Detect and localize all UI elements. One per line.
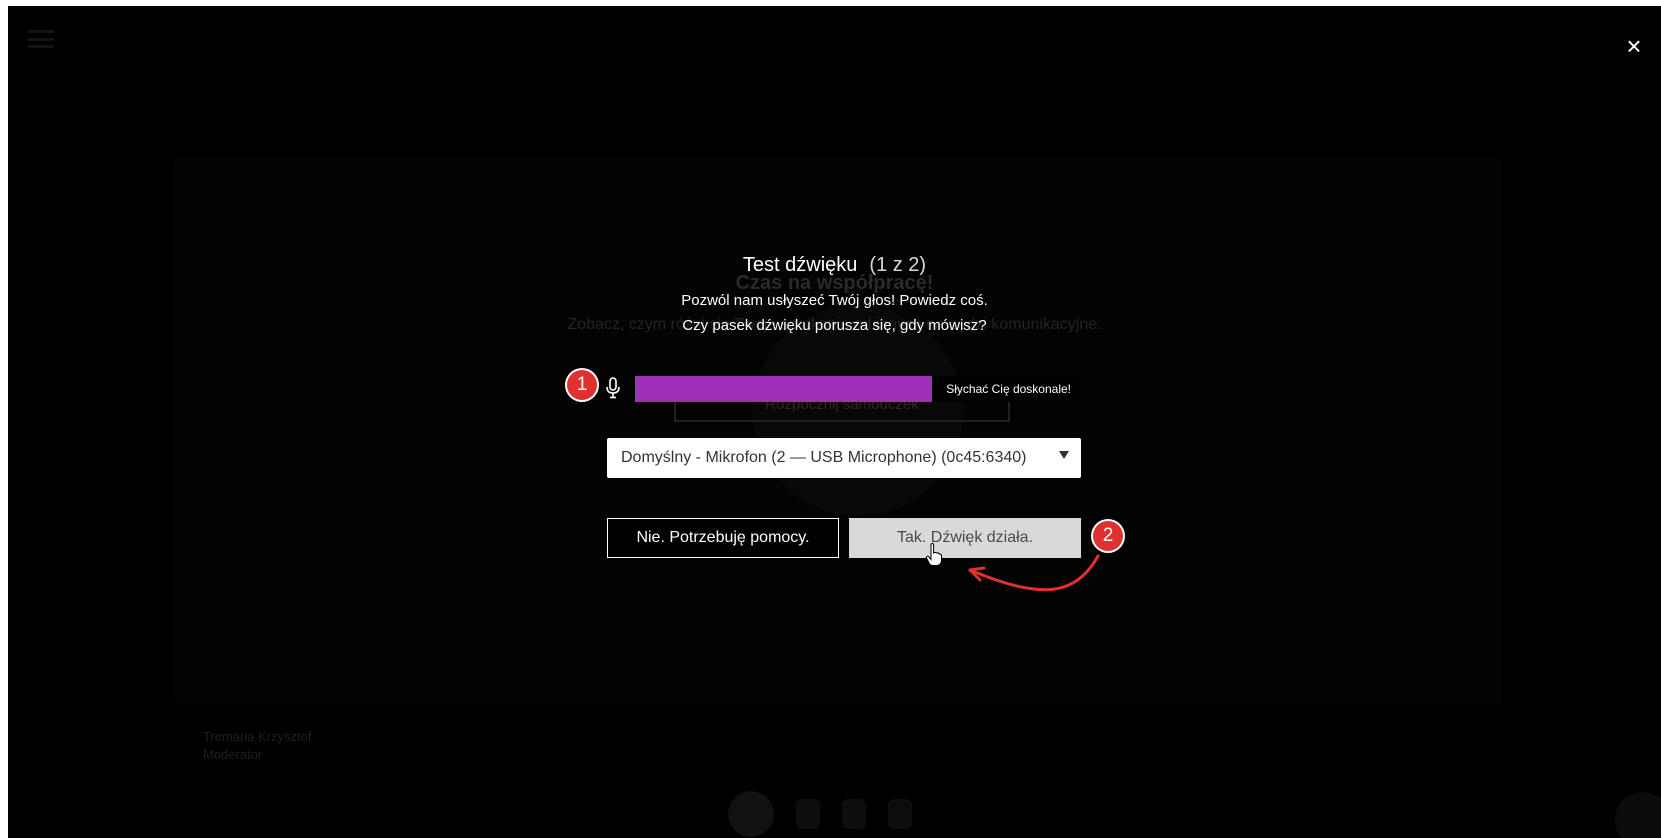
background-avatar	[728, 791, 774, 837]
modal-description-line1: Pozwól nam usłyszeć Twój głos! Powiedz c…	[681, 292, 988, 309]
need-help-button[interactable]: Nie. Potrzebuję pomocy.	[607, 518, 839, 558]
background-chat-bubble	[1615, 792, 1661, 838]
audio-level-fill	[635, 376, 933, 402]
chevron-down-icon	[1059, 451, 1069, 459]
modal-description: Pozwól nam usłyszeć Twój głos! Powiedz c…	[8, 288, 1661, 338]
modal-description-line2: Czy pasek dźwięku porusza się, gdy mówis…	[682, 317, 987, 334]
close-button[interactable]: ×	[1621, 33, 1647, 59]
modal-title: Test dźwięku (1 z 2)	[8, 254, 1661, 277]
modal-title-text: Test dźwięku	[742, 254, 858, 276]
background-app: Czas na współpracę! Zobacz, czym różni s…	[8, 6, 1661, 838]
microphone-device-select[interactable]: Domyślny - Mikrofon (2 — USB Microphone)…	[607, 438, 1081, 478]
hamburger-menu-icon	[28, 30, 54, 48]
audio-level-meter: Słychać Cię doskonale!	[635, 376, 1079, 402]
microphone-device-value: Domyślny - Mikrofon (2 — USB Microphone)…	[621, 449, 1027, 466]
hand-cursor-icon	[925, 543, 942, 566]
background-share-icon	[888, 799, 912, 829]
annotation-arrow-icon	[968, 554, 1100, 592]
background-user-name: Tremaria Krzysztof	[203, 729, 312, 744]
app-frame: Czas na współpracę! Zobacz, czym różni s…	[8, 6, 1661, 838]
background-user-role: Moderator	[203, 747, 263, 762]
modal-step: (1 z 2)	[869, 254, 927, 276]
background-controls	[728, 791, 912, 837]
background-user-info: Tremaria Krzysztof Moderator	[203, 728, 312, 764]
microphone-icon	[606, 377, 620, 399]
audio-level-label: Słychać Cię doskonale!	[946, 382, 1071, 396]
step-badge-1: 1	[567, 370, 597, 400]
background-camera-icon	[842, 799, 866, 829]
background-mic-icon	[796, 799, 820, 829]
